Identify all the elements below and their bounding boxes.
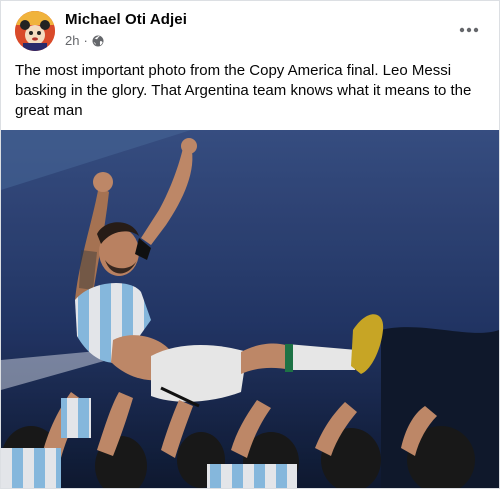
post-timestamp[interactable]: 2h	[65, 33, 79, 48]
post-header: Michael Oti Adjei 2h ·	[1, 1, 499, 57]
author-name[interactable]: Michael Oti Adjei	[65, 11, 187, 28]
post-meta: 2h ·	[65, 33, 104, 48]
post-caption: The most important photo from the Copy A…	[15, 62, 472, 119]
facebook-post: Michael Oti Adjei 2h · The most importan…	[0, 0, 500, 489]
post-photo[interactable]	[1, 130, 499, 488]
author-avatar[interactable]	[15, 11, 55, 51]
globe-icon[interactable]	[92, 35, 104, 47]
meta-separator: ·	[83, 33, 88, 48]
more-options-icon	[459, 20, 479, 38]
more-options-button[interactable]	[453, 13, 485, 45]
